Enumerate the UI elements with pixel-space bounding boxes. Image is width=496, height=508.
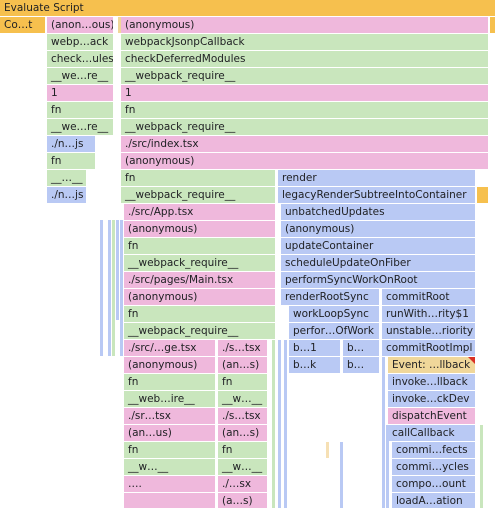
flame-frame[interactable]: commi…ycles [392,459,476,475]
flame-frame[interactable]: fn [218,442,268,458]
flame-frame[interactable]: ./n…js [47,136,96,152]
flame-sliver [382,357,385,508]
flame-sliver [386,425,389,508]
flame-sliver [120,220,123,356]
flame-frame[interactable]: __we…re__ [47,68,114,84]
flame-frame[interactable]: renderRootSync [281,289,380,305]
flame-frame[interactable]: __we…re__ [47,119,114,135]
flame-frame[interactable]: b… [343,357,380,373]
flame-frame[interactable]: unstable…riority [382,323,476,339]
flame-sliver [116,220,119,320]
flame-frame[interactable]: __w…__ [218,391,268,407]
flame-frame[interactable]: workLoopSync [289,306,380,322]
flame-frame[interactable]: (a…s) [218,493,268,508]
flame-frame[interactable]: callCallback [388,425,476,441]
flame-frame[interactable]: (an…s) [218,357,268,373]
flame-frame[interactable]: runWith…rity$1 [382,306,476,322]
flame-frame[interactable]: __webpack_require__ [121,68,489,84]
flame-frame[interactable]: b…k [289,357,341,373]
flame-frame[interactable]: commitRootImpl [382,340,476,356]
flame-frame[interactable]: __webpack_require__ [124,255,276,271]
flame-frame[interactable]: __…__ [47,170,87,186]
flame-frame[interactable]: render [278,170,476,186]
flame-frame[interactable]: compo…ount [392,476,476,492]
flame-frame[interactable]: 1 [121,85,489,101]
flame-frame[interactable]: __webpack_require__ [121,187,276,203]
flame-frame[interactable]: webpackJsonpCallback [121,34,489,50]
flame-frame[interactable]: check…ules [47,51,114,67]
flame-frame[interactable]: (anonymous) [124,221,276,237]
flame-frame[interactable]: perfor…OfWork [289,323,380,339]
flame-sliver [326,442,329,458]
flame-frame[interactable]: Event: …llback [388,357,476,373]
flame-frame[interactable]: ./sr…tsx [124,408,216,424]
flame-frame[interactable]: (anon…ous) [47,17,114,33]
flame-frame[interactable]: fn [124,238,276,254]
flame-sliver [278,340,281,508]
flame-frame[interactable]: __w…__ [124,459,216,475]
flame-frame[interactable]: invoke…ckDev [388,391,476,407]
flame-frame[interactable]: __webpack_require__ [124,323,276,339]
flame-sliver [100,220,103,356]
flame-frame[interactable]: (anonymous) [124,289,276,305]
flame-sliver [112,220,115,356]
flame-frame[interactable]: ./src/…ge.tsx [124,340,216,356]
flame-frame[interactable]: fn [121,102,489,118]
flame-frame[interactable]: Co…t [0,17,46,33]
flame-frame[interactable]: (an…us) [124,425,216,441]
flame-frame[interactable]: (anonymous) [124,357,216,373]
flame-frame[interactable]: fn [218,374,268,390]
warning-flag-icon [468,357,475,364]
flame-frame[interactable] [124,493,216,508]
flame-frame[interactable]: (anonymous) [121,17,489,33]
flame-frame[interactable]: ./n…js [47,187,87,203]
flame-frame[interactable]: (anonymous) [281,221,476,237]
flame-frame[interactable]: fn [47,102,114,118]
flame-frame[interactable]: dispatchEvent [388,408,476,424]
flame-frame[interactable]: Evaluate Script [0,0,496,16]
flame-frame[interactable]: fn [121,170,276,186]
flame-frame[interactable]: legacyRenderSubtreeIntoContainer [278,187,476,203]
flame-frame[interactable]: 1 [47,85,114,101]
flame-sliver [340,442,343,508]
flame-frame[interactable]: b… [343,340,380,356]
flame-frame[interactable]: loadA…ation [392,493,476,508]
flame-frame[interactable]: commi…fects [392,442,476,458]
flame-frame[interactable] [477,187,489,203]
flame-frame[interactable]: b…1 [289,340,341,356]
flame-frame[interactable]: ./src/pages/Main.tsx [124,272,276,288]
flame-sliver [284,340,287,508]
flame-sliver [480,425,483,508]
flame-frame[interactable]: __web…ire__ [124,391,216,407]
flame-frame[interactable]: checkDeferredModules [121,51,489,67]
flame-frame[interactable]: ./src/App.tsx [124,204,276,220]
flame-frame[interactable]: unbatchedUpdates [281,204,476,220]
flame-frame[interactable]: …. [124,476,216,492]
flame-frame[interactable]: updateContainer [281,238,476,254]
flame-frame[interactable] [490,17,496,33]
flame-frame[interactable]: performSyncWorkOnRoot [281,272,476,288]
flame-frame[interactable]: ./s…tsx [218,340,268,356]
flame-frame[interactable]: (an…s) [218,425,268,441]
flame-sliver [272,340,275,508]
flame-frame[interactable]: fn [124,442,216,458]
flame-chart: Evaluate Script Co…t (anon…ous) (anonymous)… [0,0,496,508]
flame-frame[interactable]: ./src/index.tsx [121,136,489,152]
flame-frame[interactable]: __w…__ [218,459,268,475]
flame-frame[interactable]: __webpack_require__ [121,119,489,135]
flame-frame[interactable]: ./s…tsx [218,408,268,424]
flame-frame[interactable]: commitRoot [382,289,476,305]
flame-frame[interactable]: ./…sx [218,476,268,492]
flame-sliver [108,220,111,356]
flame-frame[interactable]: webp…ack [47,34,114,50]
flame-frame[interactable]: fn [47,153,96,169]
flame-frame[interactable]: invoke…llback [388,374,476,390]
flame-frame[interactable]: (anonymous) [121,153,489,169]
flame-frame[interactable]: fn [124,374,216,390]
flame-frame[interactable]: fn [124,306,276,322]
flame-frame[interactable]: scheduleUpdateOnFiber [281,255,476,271]
